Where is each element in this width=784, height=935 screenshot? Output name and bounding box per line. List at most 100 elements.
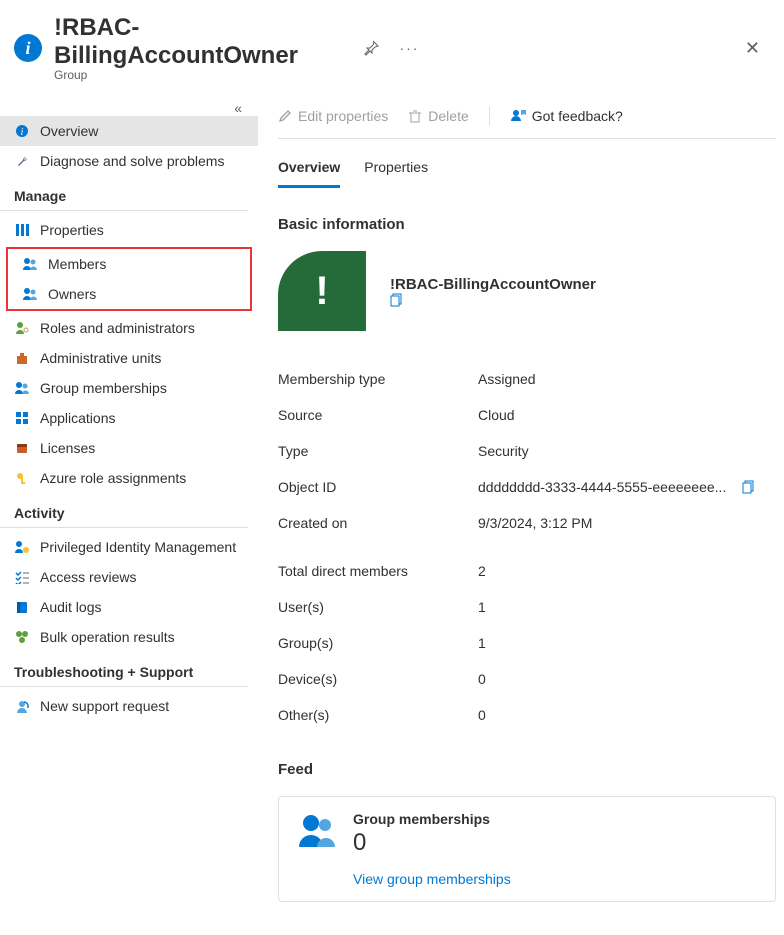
support-icon xyxy=(14,698,30,714)
sidebar-item-label: Roles and administrators xyxy=(40,320,195,336)
sidebar-item-label: Bulk operation results xyxy=(40,629,175,645)
sidebar-item-label: Properties xyxy=(40,222,104,238)
separator xyxy=(489,106,490,126)
v-total[interactable]: 2 xyxy=(478,563,776,579)
sidebar-item-access-reviews[interactable]: Access reviews xyxy=(0,562,258,592)
edit-properties-button[interactable]: Edit properties xyxy=(278,108,388,124)
sidebar-item-licenses[interactable]: Licenses xyxy=(0,433,258,463)
pin-icon[interactable] xyxy=(359,36,383,60)
sidebar-item-diagnose[interactable]: Diagnose and solve problems xyxy=(0,146,258,176)
license-icon xyxy=(14,440,30,456)
group-hero: ! !RBAC-BillingAccountOwner xyxy=(278,251,776,331)
k-devices: Device(s) xyxy=(278,671,478,687)
sidebar-item-label: Group memberships xyxy=(40,380,167,396)
pencil-icon xyxy=(278,109,292,123)
sidebar-item-label: Access reviews xyxy=(40,569,136,585)
sidebar-item-members[interactable]: Members xyxy=(8,249,250,279)
org-icon xyxy=(14,350,30,366)
sidebar-item-label: New support request xyxy=(40,698,169,714)
feed-card-group-memberships: Group memberships 0 View group membershi… xyxy=(278,796,776,902)
sidebar-item-label: Applications xyxy=(40,410,116,426)
info-icon: i xyxy=(14,34,42,62)
sidebar-item-overview[interactable]: i Overview xyxy=(0,116,258,146)
sidebar-item-label: Licenses xyxy=(40,440,95,456)
view-group-memberships-link[interactable]: View group memberships xyxy=(353,871,511,887)
k-others: Other(s) xyxy=(278,707,478,723)
sidebar-item-role-assignments[interactable]: Azure role assignments xyxy=(0,463,258,493)
cmd-label: Edit properties xyxy=(298,108,388,124)
v-created: 9/3/2024, 3:12 PM xyxy=(478,515,776,531)
cmd-label: Delete xyxy=(428,108,468,124)
k-source: Source xyxy=(278,407,478,423)
sidebar-item-pim[interactable]: Privileged Identity Management xyxy=(0,532,258,562)
delete-button[interactable]: Delete xyxy=(408,108,468,124)
command-bar: Edit properties Delete Got feedback? xyxy=(278,100,776,139)
collapse-sidebar-icon[interactable]: « xyxy=(0,100,258,116)
v-membership-type: Assigned xyxy=(478,371,776,387)
sidebar-item-label: Overview xyxy=(40,123,98,139)
wrench-icon xyxy=(14,153,30,169)
feedback-button[interactable]: Got feedback? xyxy=(510,108,623,124)
people-icon xyxy=(22,286,38,302)
feed-card-title: Group memberships xyxy=(353,811,511,827)
k-total: Total direct members xyxy=(278,563,478,579)
page-subtitle: Group xyxy=(54,68,347,82)
sidebar-item-label: Owners xyxy=(48,286,96,302)
sidebar: « i Overview Diagnose and solve problems… xyxy=(0,92,258,935)
sidebar-item-roles[interactable]: Roles and administrators xyxy=(0,313,258,343)
v-others[interactable]: 0 xyxy=(478,707,776,723)
sidebar-item-label: Privileged Identity Management xyxy=(40,539,236,555)
grid-icon xyxy=(14,410,30,426)
sidebar-item-label: Azure role assignments xyxy=(40,470,186,486)
pim-icon xyxy=(14,539,30,555)
tab-properties[interactable]: Properties xyxy=(364,159,428,188)
properties-icon xyxy=(14,222,30,238)
group-name: !RBAC-BillingAccountOwner xyxy=(390,276,596,293)
cmd-label: Got feedback? xyxy=(532,108,623,124)
info-icon: i xyxy=(14,123,30,139)
sidebar-group-manage: Manage xyxy=(0,176,248,211)
sidebar-item-label: Audit logs xyxy=(40,599,101,615)
k-objectid: Object ID xyxy=(278,479,478,495)
sidebar-item-support[interactable]: New support request xyxy=(0,691,258,721)
sidebar-item-properties[interactable]: Properties xyxy=(0,215,258,245)
feedback-icon xyxy=(510,108,526,124)
v-source: Cloud xyxy=(478,407,776,423)
close-icon[interactable]: ✕ xyxy=(741,34,764,63)
v-users[interactable]: 1 xyxy=(478,599,776,615)
tabs: Overview Properties xyxy=(278,159,776,188)
k-users: User(s) xyxy=(278,599,478,615)
sidebar-group-activity: Activity xyxy=(0,493,248,528)
sidebar-item-audit-logs[interactable]: Audit logs xyxy=(0,592,258,622)
group-tile-icon: ! xyxy=(278,251,366,331)
k-created: Created on xyxy=(278,515,478,531)
sidebar-item-bulk-results[interactable]: Bulk operation results xyxy=(0,622,258,652)
more-icon[interactable]: ··· xyxy=(395,36,423,60)
trash-icon xyxy=(408,109,422,123)
sidebar-item-label: Diagnose and solve problems xyxy=(40,153,224,169)
v-devices[interactable]: 0 xyxy=(478,671,776,687)
sidebar-item-label: Administrative units xyxy=(40,350,161,366)
k-type: Type xyxy=(278,443,478,459)
blade-header: i !RBAC-BillingAccountOwner Group ··· ✕ xyxy=(0,0,784,92)
copy-objectid-icon[interactable] xyxy=(742,480,756,494)
v-type: Security xyxy=(478,443,776,459)
sidebar-item-owners[interactable]: Owners xyxy=(8,279,250,309)
book-icon xyxy=(14,599,30,615)
feed-heading: Feed xyxy=(278,761,776,778)
feed-card-value: 0 xyxy=(353,829,511,857)
sidebar-group-support: Troubleshooting + Support xyxy=(0,652,248,687)
person-key-icon xyxy=(14,320,30,336)
sidebar-item-group-memberships[interactable]: Group memberships xyxy=(0,373,258,403)
k-groups: Group(s) xyxy=(278,635,478,651)
basic-info-heading: Basic information xyxy=(278,216,776,233)
sidebar-item-label: Members xyxy=(48,256,106,272)
copy-name-icon[interactable] xyxy=(390,293,604,307)
key-icon xyxy=(14,470,30,486)
v-groups[interactable]: 1 xyxy=(478,635,776,651)
sidebar-item-admin-units[interactable]: Administrative units xyxy=(0,343,258,373)
highlight-members-owners: Members Owners xyxy=(6,247,252,311)
sidebar-item-applications[interactable]: Applications xyxy=(0,403,258,433)
tab-overview[interactable]: Overview xyxy=(278,159,340,188)
people-icon xyxy=(14,380,30,396)
